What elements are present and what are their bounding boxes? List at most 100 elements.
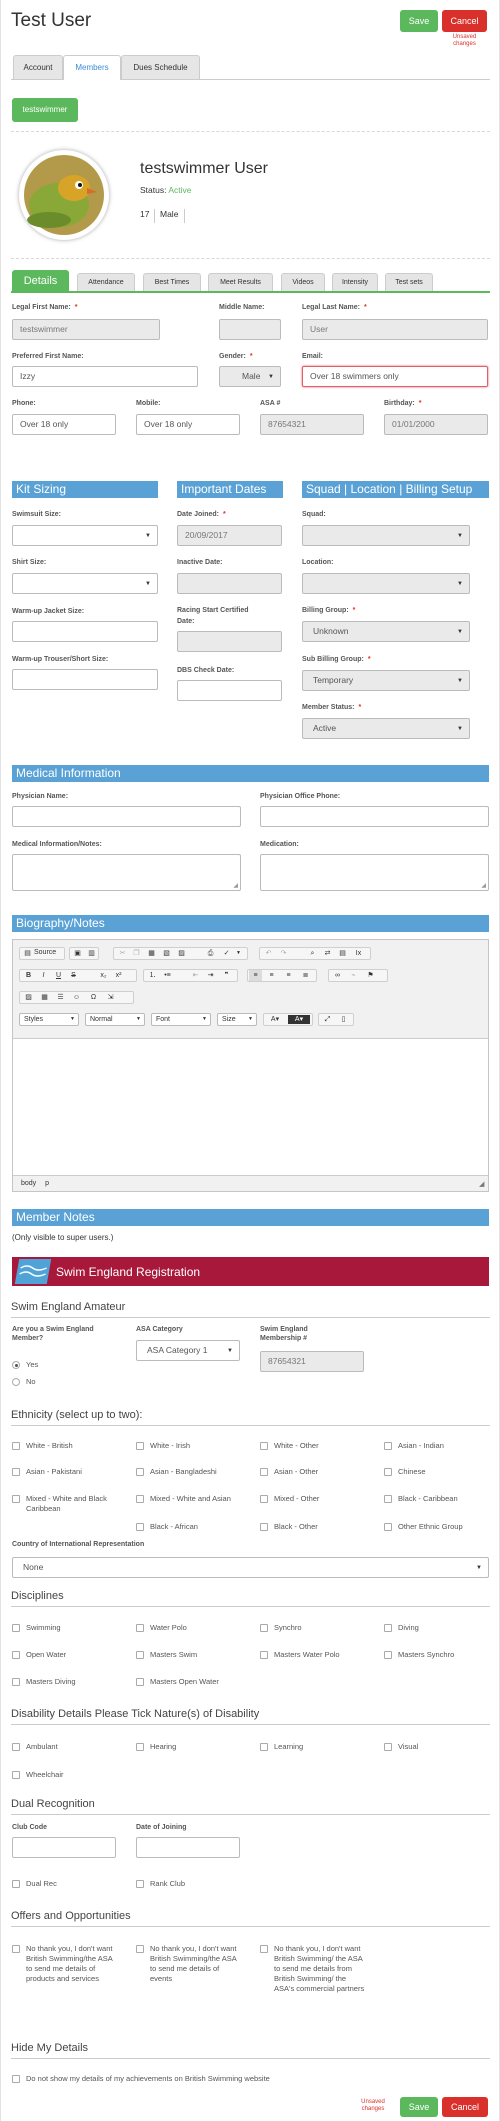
legal-last-name-field[interactable]: User	[302, 319, 488, 340]
chevron-down-icon[interactable]: ▼	[232, 948, 245, 959]
no-radio[interactable]	[12, 1378, 20, 1386]
horizontal-line-icon[interactable]: ☰	[54, 992, 67, 1003]
numbered-list-icon[interactable]: ⒈	[146, 970, 159, 981]
redo-icon[interactable]: ↷	[277, 948, 290, 959]
ethnicity-checkbox[interactable]	[260, 1495, 268, 1503]
ethnicity-checkbox[interactable]	[136, 1495, 144, 1503]
discipline-checkbox[interactable]	[136, 1678, 144, 1686]
ethnicity-checkbox[interactable]	[384, 1495, 392, 1503]
ethnicity-checkbox[interactable]	[12, 1442, 20, 1450]
cancel-button[interactable]: Cancel	[442, 10, 487, 32]
tab-attendance[interactable]: Attendance	[77, 273, 135, 291]
footer-cancel-button[interactable]: Cancel	[442, 2097, 488, 2117]
ethnicity-checkbox[interactable]	[384, 1468, 392, 1476]
replace-icon[interactable]: ⇄	[321, 948, 334, 959]
ethnicity-checkbox[interactable]	[12, 1495, 20, 1503]
discipline-checkbox[interactable]	[12, 1624, 20, 1632]
footer-save-button[interactable]: Save	[400, 2097, 438, 2117]
club-code-field[interactable]	[12, 1837, 116, 1858]
align-center-icon[interactable]: ≡	[265, 970, 278, 981]
member-status-select[interactable]: Active ▼	[302, 718, 470, 739]
save-doc-icon[interactable]: ▣	[71, 948, 84, 959]
tab-meet-results[interactable]: Meet Results	[208, 273, 273, 291]
tab-dues-schedule[interactable]: Dues Schedule	[121, 55, 200, 79]
link-icon[interactable]: ∞	[331, 970, 344, 981]
indent-icon[interactable]: ⇥	[204, 970, 217, 981]
size-dropdown[interactable]: Size ▼	[217, 1013, 257, 1026]
tab-account[interactable]: Account	[13, 55, 63, 79]
smiley-icon[interactable]: ☺	[70, 992, 83, 1003]
paste-word-icon[interactable]: ▨	[175, 948, 188, 959]
hide-details-checkbox[interactable]	[12, 2075, 20, 2083]
sub-billing-select[interactable]: Temporary ▼	[302, 670, 470, 691]
show-blocks-icon[interactable]: ▯	[337, 1014, 350, 1025]
select-all-icon[interactable]: ▤	[336, 948, 349, 959]
ethnicity-checkbox[interactable]	[136, 1523, 144, 1531]
preferred-first-name-field[interactable]: Izzy	[12, 366, 198, 387]
table-icon[interactable]: ▦	[38, 992, 51, 1003]
text-color-icon[interactable]: A▾	[265, 1014, 285, 1025]
disability-checkbox[interactable]	[136, 1743, 144, 1751]
country-select[interactable]: None ▼	[12, 1557, 489, 1578]
inactive-date-field[interactable]	[177, 573, 282, 594]
path-p[interactable]: p	[45, 1180, 49, 1187]
physician-name-field[interactable]	[12, 806, 241, 827]
save-button[interactable]: Save	[400, 10, 438, 32]
medical-notes-textarea[interactable]: ◢	[12, 854, 241, 891]
resize-grip-icon[interactable]: ◢	[233, 882, 238, 889]
discipline-checkbox[interactable]	[12, 1678, 20, 1686]
page-break-icon[interactable]: ⇲	[104, 992, 117, 1003]
bold-icon[interactable]: B	[22, 970, 35, 981]
legal-first-name-field[interactable]: testswimmer	[12, 319, 160, 340]
image-icon[interactable]: ▨	[22, 992, 35, 1003]
ethnicity-checkbox[interactable]	[384, 1442, 392, 1450]
bg-color-icon[interactable]: A▾	[288, 1015, 310, 1024]
physician-phone-field[interactable]	[260, 806, 489, 827]
disability-checkbox[interactable]	[384, 1743, 392, 1751]
trouser-field[interactable]	[12, 669, 158, 690]
discipline-checkbox[interactable]	[136, 1651, 144, 1659]
italic-icon[interactable]: I	[37, 970, 50, 981]
tab-videos[interactable]: Videos	[281, 273, 325, 291]
copy-icon[interactable]: ❐	[130, 948, 143, 959]
align-right-icon[interactable]: ≡	[282, 970, 295, 981]
resize-grip-icon[interactable]: ◢	[479, 1180, 484, 1188]
tab-best-times[interactable]: Best Times	[143, 273, 201, 291]
discipline-checkbox[interactable]	[384, 1624, 392, 1632]
middle-name-field[interactable]	[219, 319, 281, 340]
discipline-checkbox[interactable]	[260, 1651, 268, 1659]
source-icon[interactable]: ▤	[21, 948, 34, 959]
discipline-checkbox[interactable]	[12, 1651, 20, 1659]
squad-select[interactable]: ▼	[302, 525, 470, 546]
path-body[interactable]: body	[21, 1180, 36, 1187]
member-chip-button[interactable]: testswimmer	[12, 98, 78, 122]
tab-details[interactable]: Details	[12, 270, 69, 292]
format-dropdown[interactable]: Normal ▼	[85, 1013, 145, 1026]
email-field[interactable]: Over 18 swimmers only	[302, 366, 488, 387]
undo-icon[interactable]: ↶	[262, 948, 275, 959]
ethnicity-checkbox[interactable]	[136, 1468, 144, 1476]
subscript-icon[interactable]: x₂	[97, 970, 110, 981]
mobile-field[interactable]: Over 18 only	[136, 414, 240, 435]
date-joined-field[interactable]: 20/09/2017	[177, 525, 282, 546]
dbs-check-field[interactable]	[177, 680, 282, 701]
bulleted-list-icon[interactable]: •≡	[161, 970, 174, 981]
paste-icon[interactable]: ▦	[145, 948, 158, 959]
print-icon[interactable]: ⎙	[204, 948, 217, 959]
ethnicity-checkbox[interactable]	[260, 1468, 268, 1476]
gender-select[interactable]: Male ▼	[219, 366, 281, 387]
tab-test-sets[interactable]: Test sets	[385, 273, 433, 291]
blockquote-icon[interactable]: ❞	[220, 970, 233, 981]
cut-icon[interactable]: ✂	[116, 948, 129, 959]
superscript-icon[interactable]: x²	[112, 970, 125, 981]
unlink-icon[interactable]: ⌁	[347, 970, 360, 981]
yes-radio[interactable]	[12, 1361, 20, 1369]
font-dropdown[interactable]: Font ▼	[151, 1013, 211, 1026]
source-button[interactable]: Source	[34, 949, 56, 956]
find-icon[interactable]: ⌕	[306, 948, 319, 959]
birthday-field[interactable]: 01/01/2000	[384, 414, 488, 435]
offer-checkbox[interactable]	[260, 1945, 268, 1953]
editor-content-area[interactable]	[13, 1038, 488, 1176]
swimsuit-select[interactable]: ▼	[12, 525, 158, 546]
underline-icon[interactable]: U	[52, 970, 65, 981]
